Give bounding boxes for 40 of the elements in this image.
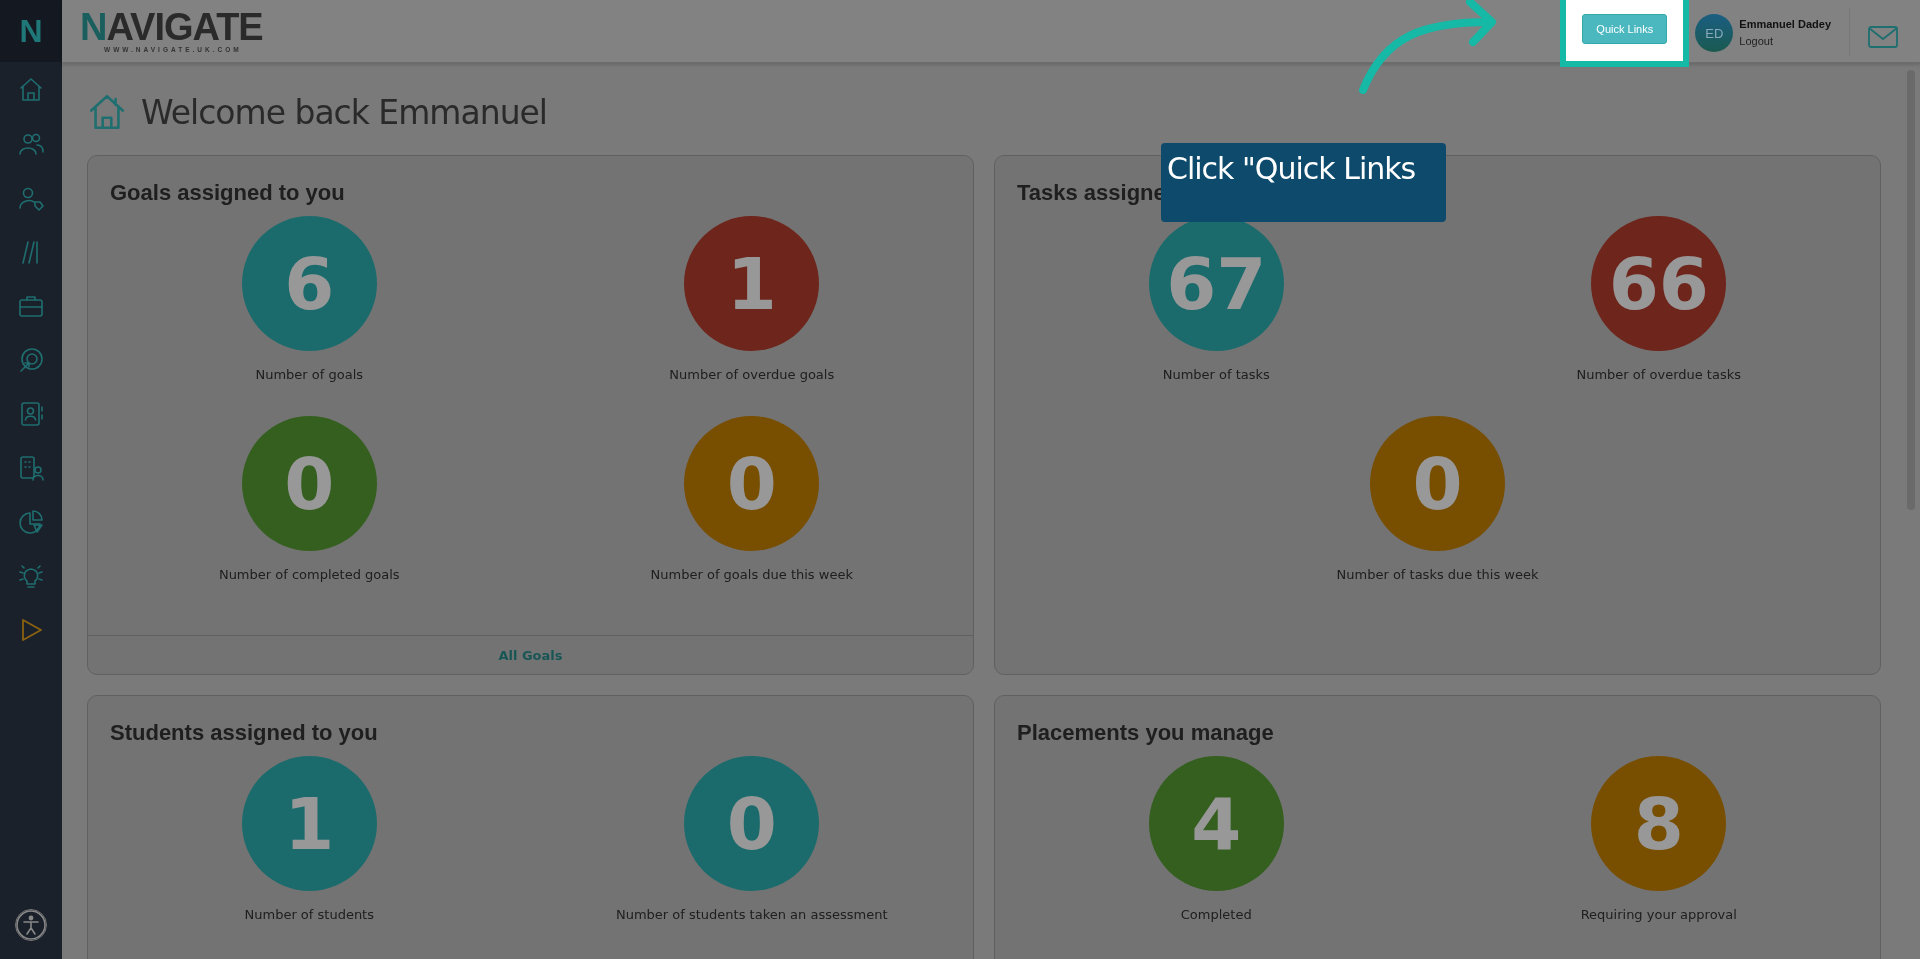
stat-circle: 4 (1148, 756, 1284, 891)
stat-label: Number of tasks (1162, 367, 1270, 382)
stat-label: Number of overdue tasks (1576, 367, 1741, 382)
stat-label: Requiring your approval (1580, 907, 1737, 922)
stat-label: Number of students (244, 907, 374, 922)
all-goals-link[interactable]: All Goals (498, 647, 563, 663)
accessibility-icon[interactable] (15, 909, 47, 941)
stat-circle: 0 (241, 416, 377, 551)
lightbulb-icon[interactable] (17, 562, 45, 590)
stat-label: Number of goals due this week (650, 567, 853, 582)
home-icon (87, 92, 127, 132)
quick-links-button[interactable]: Quick Links (1582, 13, 1668, 44)
stat-circle: 0 (684, 756, 820, 891)
pie-chart-icon[interactable] (17, 508, 45, 536)
stat-circle: 8 (1591, 756, 1727, 891)
stat-circle: 66 (1591, 216, 1727, 351)
stat-label: Number of completed goals (218, 567, 400, 582)
stat-circle: 6 (241, 216, 377, 351)
card-title: Placements you manage (1017, 720, 1274, 746)
stat-label: Number of tasks due this week (1336, 567, 1539, 582)
page-title: Welcome back Emmanuel (141, 92, 548, 132)
building-person-icon[interactable] (17, 454, 45, 482)
user-avatar[interactable]: ED (1695, 14, 1734, 52)
stat-circle: 1 (684, 216, 820, 351)
stat-circle: 0 (684, 416, 820, 551)
stat-circle: 0 (1370, 416, 1505, 551)
mail-icon[interactable] (1868, 26, 1898, 48)
stat-label: Number of students taken an assessment (616, 907, 888, 922)
stat-label: Completed (1180, 907, 1252, 922)
logout-link[interactable]: Logout (1739, 35, 1831, 47)
target-icon[interactable] (17, 346, 45, 374)
user-name: Emmanuel Dadey (1739, 18, 1831, 30)
stat-circle: 1 (241, 756, 377, 891)
stat-label: Number of goals (255, 367, 364, 382)
card-title: Students assigned to you (110, 720, 378, 746)
home-icon[interactable] (17, 76, 45, 104)
tooltip: Click "Quick Links (1161, 143, 1446, 222)
stat-label: Number of overdue goals (669, 367, 835, 382)
sidebar-logo[interactable]: N (0, 0, 62, 62)
card-title: Goals assigned to you (110, 180, 345, 206)
